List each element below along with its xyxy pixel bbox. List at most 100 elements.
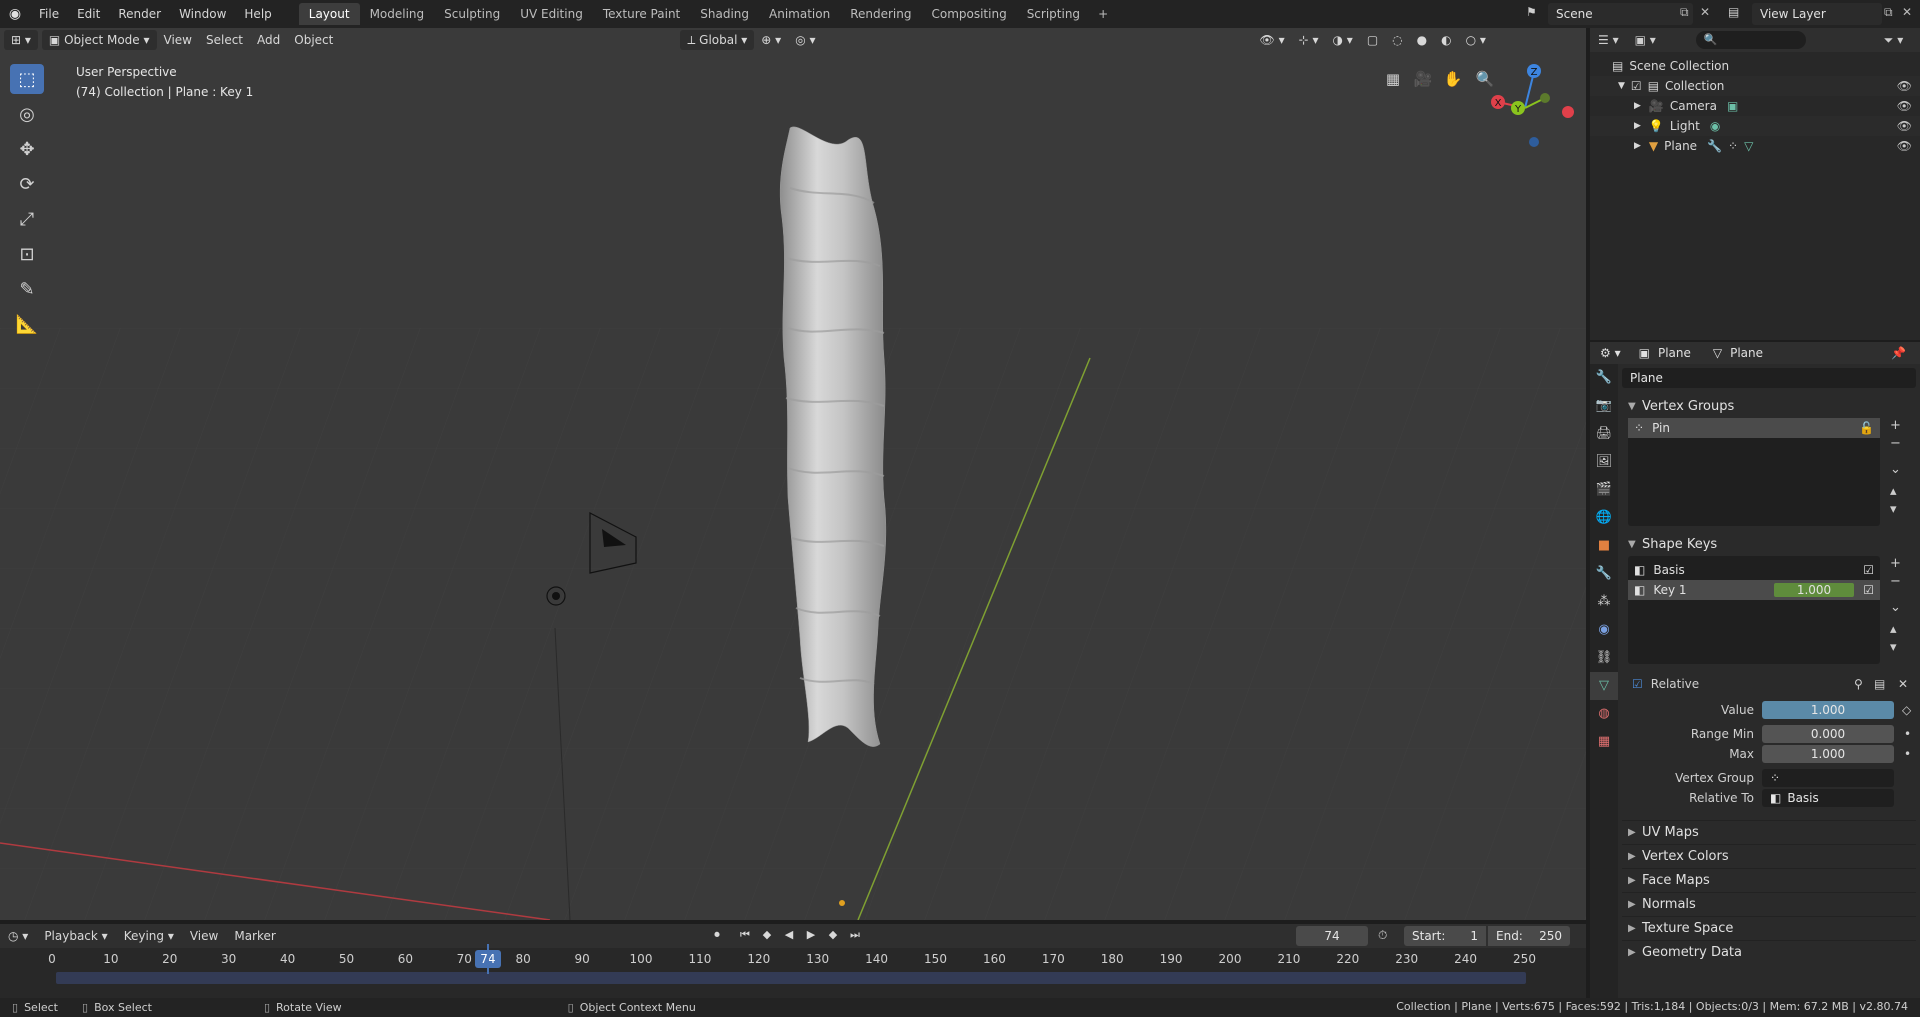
display-mode-icon[interactable]: ▣ ▾ — [1635, 33, 1656, 47]
shape-key-specials-icon[interactable]: ⌄ — [1890, 600, 1901, 615]
list-item[interactable]: ⁘ Pin 🔓 — [1628, 418, 1880, 438]
physics-tab-icon[interactable]: ◉ — [1590, 616, 1618, 644]
shading-rendered-icon[interactable]: ○ ▾ — [1459, 30, 1493, 50]
expand-arrow-icon[interactable]: ▶ — [1634, 141, 1641, 151]
gizmo-icon[interactable]: ⊹ ▾ — [1292, 30, 1326, 50]
menu-view[interactable]: View — [182, 929, 226, 943]
edit-mode-shape-icon[interactable]: ▤ — [1874, 677, 1885, 691]
play-reverse-icon[interactable]: ◀ — [780, 926, 798, 944]
checkbox-icon[interactable]: ☑ — [1863, 563, 1874, 577]
viewport-canvas[interactable] — [0, 28, 1586, 920]
menu-playback[interactable]: Playback ▾ — [36, 929, 115, 943]
tab-shading[interactable]: Shading — [690, 3, 759, 25]
eye-icon[interactable]: 👁 — [1897, 99, 1912, 113]
tab-modeling[interactable]: Modeling — [360, 3, 435, 25]
tab-uv-editing[interactable]: UV Editing — [510, 3, 593, 25]
shading-material-icon[interactable]: ◐ — [1434, 30, 1458, 50]
scene-tab-icon[interactable]: 🎬 — [1590, 476, 1618, 504]
close-view-layer-icon[interactable]: ✕ — [1902, 5, 1912, 19]
clear-shape-icon[interactable]: ✕ — [1898, 677, 1908, 691]
current-frame-field[interactable]: 74 — [1296, 926, 1368, 946]
editor-type-button[interactable]: ⊞ ▾ — [4, 30, 38, 50]
outliner-row-plane[interactable]: ▶ ▼ Plane 🔧 ⁘ ▽ 👁 — [1590, 136, 1920, 156]
menu-window[interactable]: Window — [170, 0, 235, 28]
scene-icon[interactable]: ⚑ — [1526, 5, 1537, 19]
overlay-icon[interactable]: ◑ ▾ — [1326, 30, 1360, 50]
scale-tool-icon[interactable]: ⤢ — [10, 204, 44, 234]
move-down-icon[interactable]: ▾ — [1890, 502, 1897, 517]
eye-icon[interactable]: 👁 — [1897, 79, 1912, 93]
play-icon[interactable]: ▶ — [802, 926, 820, 944]
xray-icon[interactable]: ▢ — [1360, 30, 1385, 50]
face-maps-panel-header[interactable]: ▶ Face Maps — [1622, 868, 1916, 892]
mesh-name-field[interactable]: Plane — [1622, 368, 1916, 388]
tab-rendering[interactable]: Rendering — [840, 3, 921, 25]
cursor-tool-icon[interactable]: ◎ — [10, 99, 44, 129]
checkbox-icon[interactable]: ☑ — [1631, 79, 1642, 93]
vertex-colors-panel-header[interactable]: ▶ Vertex Colors — [1622, 844, 1916, 868]
expand-arrow-icon[interactable]: ▶ — [1634, 101, 1641, 111]
value-field[interactable]: 1.000 — [1762, 701, 1894, 719]
jump-start-icon[interactable]: ⏮ — [736, 926, 754, 944]
constraints-tab-icon[interactable]: ⛓ — [1590, 644, 1618, 672]
record-icon[interactable]: ⏺ — [708, 926, 726, 944]
outliner-row-light[interactable]: ▶ 💡 Light ◉ 👁 — [1590, 116, 1920, 136]
vertex-group-field[interactable]: ⁘ — [1762, 769, 1894, 787]
timeline-ruler[interactable]: 0 10 20 30 40 50 60 70 80 90 100 110 120 130 140 150 160… — [0, 948, 1586, 968]
outliner-row-collection[interactable]: ▼ ☑ ▤ Collection 👁 — [1590, 76, 1920, 96]
tab-sculpting[interactable]: Sculpting — [434, 3, 510, 25]
move-up-icon[interactable]: ▴ — [1890, 622, 1897, 637]
shading-solid-icon[interactable]: ● — [1410, 30, 1434, 50]
move-tool-icon[interactable]: ✥ — [10, 134, 44, 164]
filter-icon[interactable]: ⏷ ▾ — [1884, 33, 1903, 48]
close-scene-icon[interactable]: ✕ — [1700, 5, 1710, 19]
expand-arrow-icon[interactable]: ▼ — [1618, 81, 1625, 91]
menu-object[interactable]: Object — [287, 30, 340, 50]
navigation-gizmo[interactable]: Z X Y — [1490, 60, 1580, 170]
visibility-icon[interactable]: 👁 ▾ — [1253, 30, 1292, 50]
texture-space-panel-header[interactable]: ▶ Texture Space — [1622, 916, 1916, 940]
add-shape-key-button[interactable]: + — [1890, 556, 1901, 571]
blender-logo-icon[interactable]: ◉ — [0, 6, 30, 22]
vertex-group-icon[interactable]: ⁘ — [1728, 139, 1738, 153]
tab-scripting[interactable]: Scripting — [1017, 3, 1090, 25]
geometry-data-panel-header[interactable]: ▶ Geometry Data — [1622, 940, 1916, 964]
modifier-tab-icon[interactable]: 🔧 — [1590, 560, 1618, 588]
move-up-icon[interactable]: ▴ — [1890, 484, 1897, 499]
menu-edit[interactable]: Edit — [68, 0, 109, 28]
timeline-editor-type-icon[interactable]: ◷ ▾ — [0, 929, 36, 943]
tab-animation[interactable]: Animation — [759, 3, 840, 25]
material-tab-icon[interactable]: ◍ — [1590, 700, 1618, 728]
timeline-scrollbar[interactable] — [56, 972, 1526, 984]
add-workspace-button[interactable]: + — [1090, 7, 1116, 21]
menu-render[interactable]: Render — [109, 0, 170, 28]
shape-keys-panel-header[interactable]: ▼ Shape Keys — [1622, 532, 1916, 556]
camera-data-icon[interactable]: ▣ — [1727, 99, 1738, 113]
shading-wireframe-icon[interactable]: ◌ — [1385, 30, 1409, 50]
modifier-icon[interactable]: 🔧 — [1707, 139, 1722, 153]
prev-keyframe-icon[interactable]: ◆ — [758, 926, 776, 944]
measure-tool-icon[interactable]: 📐 — [10, 309, 44, 339]
outliner-search-input[interactable]: 🔍 — [1695, 31, 1806, 49]
move-down-icon[interactable]: ▾ — [1890, 640, 1897, 655]
menu-add[interactable]: Add — [250, 30, 287, 50]
tab-compositing[interactable]: Compositing — [921, 3, 1016, 25]
render-tab-icon[interactable]: 📷 — [1590, 392, 1618, 420]
list-item[interactable]: ◧ Key 1 1.000 ☑ — [1628, 580, 1880, 600]
relative-checkbox[interactable]: ☑ — [1632, 677, 1643, 691]
menu-view[interactable]: View — [157, 30, 199, 50]
tool-tab-icon[interactable]: 🔧 — [1590, 364, 1618, 392]
orientation-dropdown[interactable]: ⟂ Global ▾ — [680, 30, 755, 50]
range-min-field[interactable]: 0.000 — [1762, 725, 1894, 743]
eye-icon[interactable]: 👁 — [1897, 119, 1912, 133]
normals-panel-header[interactable]: ▶ Normals — [1622, 892, 1916, 916]
particles-tab-icon[interactable]: ⁂ — [1590, 588, 1618, 616]
camera-view-icon[interactable]: 🎥 — [1410, 66, 1436, 92]
mesh-data-tab-icon[interactable]: ▽ — [1590, 672, 1618, 700]
add-vertex-group-button[interactable]: + — [1890, 418, 1901, 433]
relative-to-field[interactable]: ◧ Basis — [1762, 789, 1894, 807]
dot-icon[interactable]: • — [1904, 727, 1911, 741]
view-layer-tab-icon[interactable]: 🖼 — [1590, 448, 1618, 476]
properties-editor-type-icon[interactable]: ⚙ ▾ — [1600, 346, 1621, 360]
next-keyframe-icon[interactable]: ◆ — [824, 926, 842, 944]
